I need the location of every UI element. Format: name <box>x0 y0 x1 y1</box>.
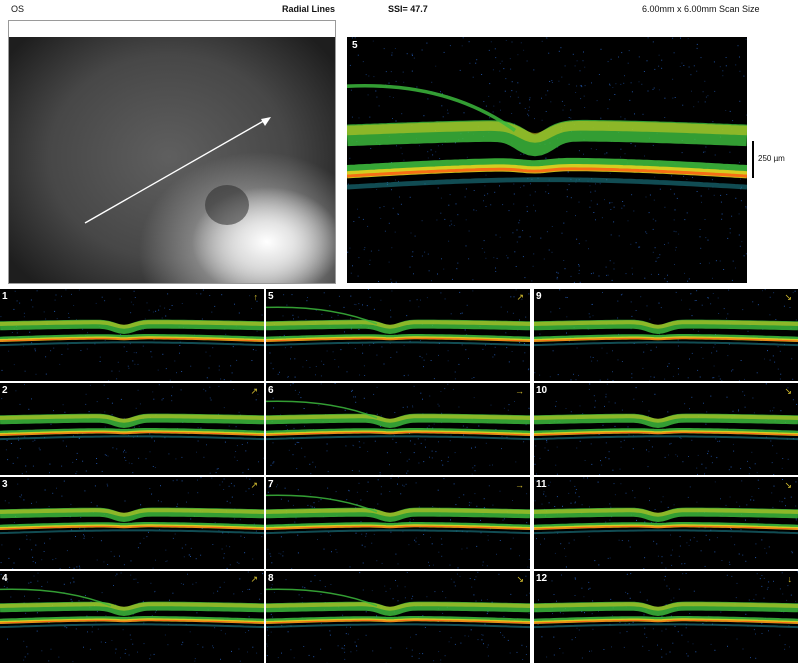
scan-direction-icon: ↘ <box>784 481 792 490</box>
scan-direction-icon: ↘ <box>516 575 524 584</box>
oct-bscan-image <box>0 289 264 381</box>
thumbnail-number: 7 <box>268 479 274 490</box>
thumbnail-number: 11 <box>536 479 547 490</box>
scan-direction-icon: ↗ <box>250 575 258 584</box>
oct-bscan-image <box>266 383 530 475</box>
oct-bscan-image <box>534 571 798 663</box>
scan-type-label: Radial Lines <box>282 4 335 14</box>
eye-label: OS <box>11 4 24 14</box>
retina-layer <box>0 342 264 345</box>
scan-direction-icon: ↘ <box>784 293 792 302</box>
report-header: OS Radial Lines SSI= 47.7 6.00mm x 6.00m… <box>0 0 799 20</box>
retina-layer <box>347 180 747 187</box>
scale-bar <box>752 141 754 178</box>
retina-layer <box>534 436 798 439</box>
oct-bscan-image <box>534 477 798 569</box>
thumbnail-number: 6 <box>268 385 274 396</box>
oct-bscan-image <box>0 571 264 663</box>
main-scan-number: 5 <box>352 40 358 51</box>
oct-bscan-image <box>534 289 798 381</box>
oct-bscan-image <box>266 571 530 663</box>
retina-layer <box>0 436 264 439</box>
scan-direction-icon: ↗ <box>250 387 258 396</box>
retina-layer <box>266 530 530 533</box>
thumbnail-number: 10 <box>536 385 547 396</box>
thumbnail-number: 4 <box>2 573 8 584</box>
scan-direction-icon: ↓ <box>788 575 793 584</box>
oct-bscan-image <box>0 383 264 475</box>
oct-thumbnail[interactable]: 5 ↗ <box>266 289 530 381</box>
oct-thumbnail[interactable]: 9 ↘ <box>534 289 798 381</box>
oct-thumbnail[interactable]: 2 ↗ <box>0 383 264 475</box>
retina-layer <box>266 436 530 439</box>
scan-direction-icon: → <box>515 481 524 490</box>
scan-direction-icon: ↘ <box>784 387 792 396</box>
oct-thumbnail[interactable]: 12 ↓ <box>534 571 798 663</box>
retina-layer <box>534 530 798 533</box>
scan-direction-icon: ↗ <box>516 293 524 302</box>
thumbnail-number: 3 <box>2 479 8 490</box>
retina-layer <box>534 342 798 345</box>
oct-bscan-image <box>534 383 798 475</box>
thumbnail-number: 12 <box>536 573 547 584</box>
oct-thumbnail[interactable]: 4 ↗ <box>0 571 264 663</box>
scan-direction-icon: ↗ <box>250 481 258 490</box>
thumbnail-number: 2 <box>2 385 8 396</box>
thumbnail-number: 1 <box>2 291 8 302</box>
scale-bar-label: 250 µm <box>758 154 785 163</box>
oct-thumbnail[interactable]: 8 ↘ <box>266 571 530 663</box>
oct-thumbnail[interactable]: 7 → <box>266 477 530 569</box>
oct-thumbnail[interactable]: 1 ↑ <box>0 289 264 381</box>
oct-thumbnail[interactable]: 11 ↘ <box>534 477 798 569</box>
retina-layer <box>0 624 264 627</box>
ssi-label: SSI= 47.7 <box>388 4 428 14</box>
retina-layer <box>266 342 530 345</box>
retina-layer <box>0 530 264 533</box>
scan-direction-icon: ↑ <box>254 293 259 302</box>
thumbnail-number: 9 <box>536 291 542 302</box>
oct-bscan-image <box>266 289 530 381</box>
fundus-image[interactable] <box>9 37 335 283</box>
scan-size-label: 6.00mm x 6.00mm Scan Size <box>642 4 760 14</box>
scan-direction-arrow <box>9 37 335 283</box>
retina-layer <box>534 624 798 627</box>
thumbnail-number: 8 <box>268 573 274 584</box>
thumbnail-number: 5 <box>268 291 274 302</box>
oct-bscan-image <box>0 477 264 569</box>
oct-thumbnail[interactable]: 10 ↘ <box>534 383 798 475</box>
oct-bscan-image <box>266 477 530 569</box>
scan-direction-icon: → <box>515 387 524 396</box>
oct-thumbnail[interactable]: 3 ↗ <box>0 477 264 569</box>
oct-thumbnail[interactable]: 6 → <box>266 383 530 475</box>
retina-layer <box>266 624 530 627</box>
main-oct-scan[interactable]: 5 <box>347 37 747 283</box>
